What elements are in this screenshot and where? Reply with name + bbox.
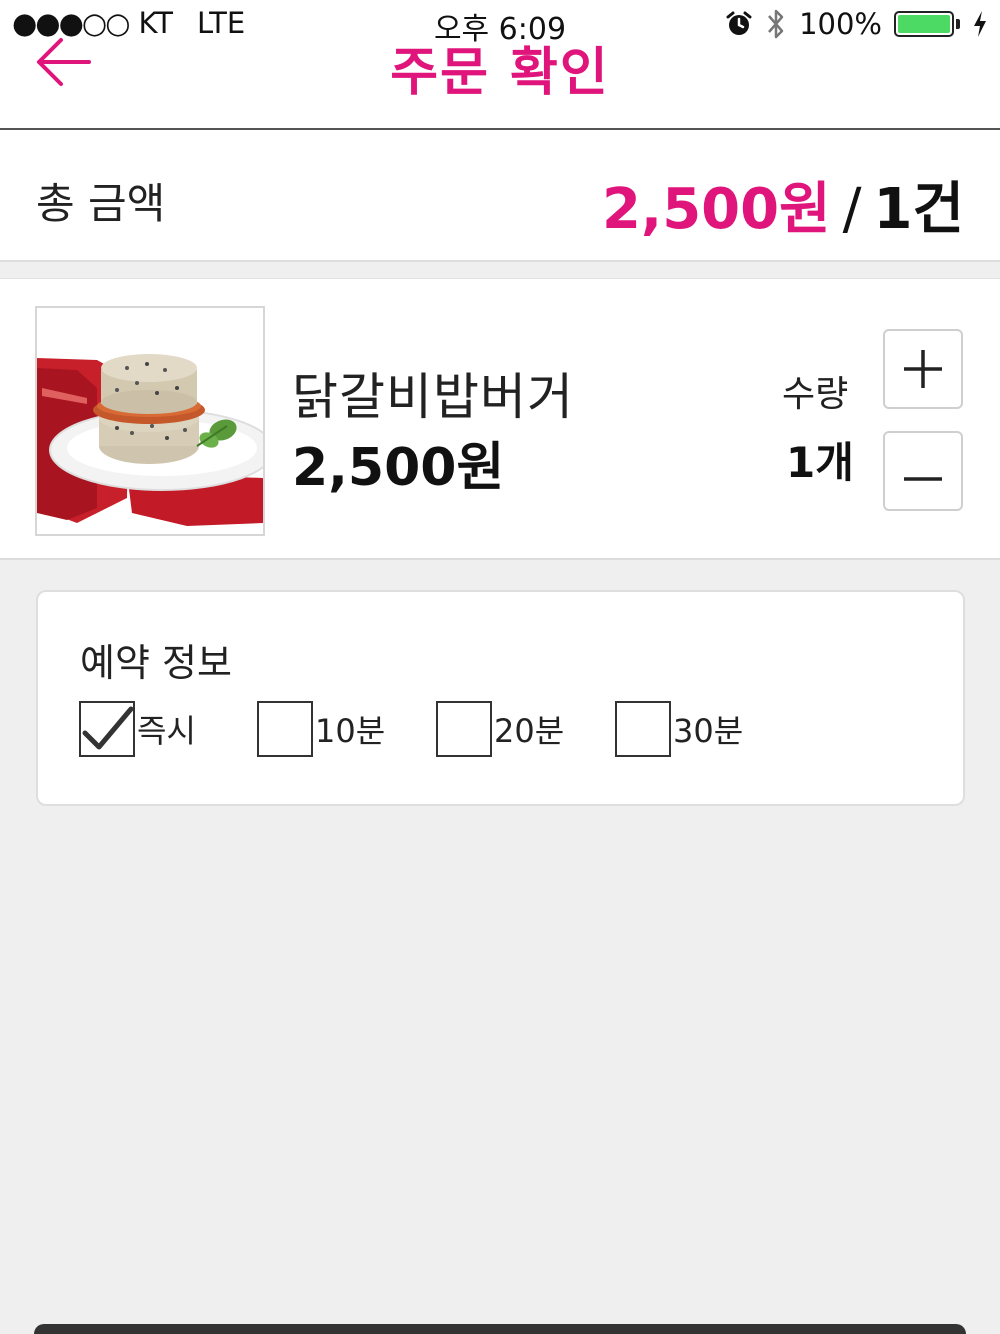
header: ●●●○○ KT LTE 오후 6:09 100% 주문 확인 [0, 0, 1000, 130]
charging-bolt-icon [972, 10, 988, 38]
reservation-card: 예약 정보 즉시 10분 20분 30분 [36, 590, 965, 806]
reservation-option-30min[interactable]: 30분 [615, 700, 743, 758]
quantity-decrease-button[interactable] [883, 431, 963, 511]
option-label: 즉시 [137, 712, 196, 750]
total-count: 1건 [873, 177, 965, 242]
quantity-value: 1개 [786, 438, 854, 487]
bottom-action-bar[interactable] [34, 1324, 966, 1334]
minus-icon [904, 477, 942, 481]
total-separator: / [842, 177, 862, 242]
quantity-increase-button[interactable] [883, 329, 963, 409]
option-label: 10분 [315, 712, 386, 750]
total-summary: 총 금액 2,500원/1건 [0, 130, 1000, 262]
reservation-option-10min[interactable]: 10분 [257, 700, 385, 758]
arrow-left-icon [37, 38, 91, 86]
total-value: 2,500원/1건 [602, 164, 964, 245]
reservation-title: 예약 정보 [80, 641, 232, 685]
checkbox[interactable] [615, 701, 671, 757]
order-item: 닭갈비밥버거 2,500원 수량 1개 [0, 278, 1000, 560]
battery-percent: 100% [799, 7, 882, 41]
reservation-option-20min[interactable]: 20분 [436, 700, 564, 758]
option-label: 30분 [673, 712, 744, 750]
checkmark-icon [82, 706, 133, 750]
checkbox[interactable] [79, 701, 135, 757]
product-name: 닭갈비밥버거 [292, 368, 574, 426]
checkbox[interactable] [257, 701, 313, 757]
checkbox[interactable] [436, 701, 492, 757]
total-price: 2,500원 [601, 177, 831, 242]
battery-icon [894, 11, 960, 37]
bluetooth-icon [765, 7, 787, 41]
status-indicators: 100% [725, 6, 988, 42]
quantity-label: 수량 [782, 374, 849, 415]
reservation-option-immediate[interactable]: 즉시 [79, 700, 196, 758]
product-price: 2,500원 [292, 438, 505, 498]
option-label: 20분 [494, 712, 565, 750]
plus-icon [904, 350, 942, 388]
alarm-clock-icon [725, 10, 753, 38]
order-confirm-screen: ●●●○○ KT LTE 오후 6:09 100% 주문 확인 총 금액 2,5… [0, 0, 1000, 1334]
total-label: 총 금액 [36, 179, 166, 228]
back-button[interactable] [30, 34, 96, 90]
product-image [35, 306, 265, 536]
